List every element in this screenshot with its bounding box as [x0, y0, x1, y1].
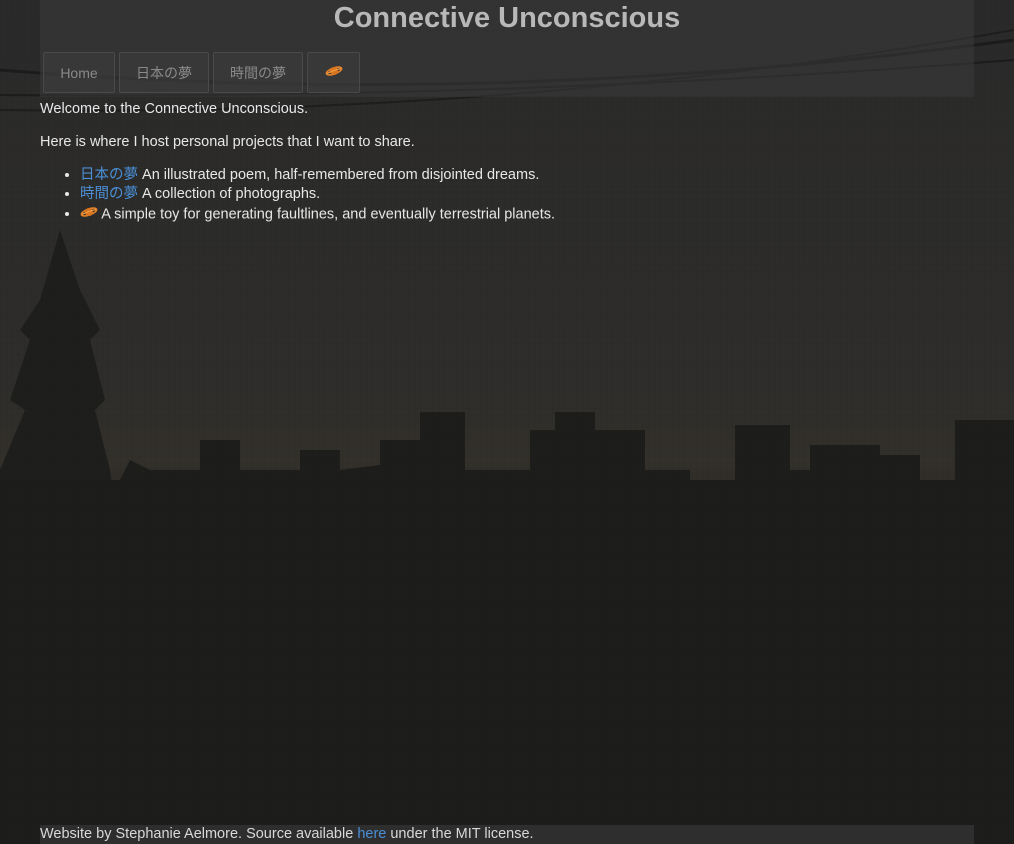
- intro-text: Here is where I host personal projects t…: [40, 134, 415, 150]
- site-title: Connective Unconscious: [333, 2, 681, 34]
- nav-time-dream-button[interactable]: 時間の夢: [213, 52, 303, 93]
- nav-planet-button[interactable]: [307, 52, 360, 93]
- footer-suffix: under the MIT license.: [386, 826, 534, 842]
- welcome-text: Welcome to the Connective Unconscious.: [40, 101, 309, 117]
- time-dream-link[interactable]: 時間の夢: [80, 186, 138, 202]
- page-container: Connective Unconscious Home 日本の夢 時間の夢 We…: [40, 0, 974, 222]
- nav-home-button[interactable]: Home: [43, 52, 115, 93]
- ringed-planet-icon: [80, 205, 98, 224]
- planet-link[interactable]: [80, 206, 101, 222]
- site-header: Connective Unconscious Home 日本の夢 時間の夢: [40, 0, 974, 97]
- source-link[interactable]: here: [357, 826, 386, 842]
- main-nav: Home 日本の夢 時間の夢: [43, 52, 360, 93]
- footer-prefix: Website by Stephanie Aelmore. Source ava…: [40, 826, 358, 842]
- list-item: 時間の夢 A collection of photographs.: [80, 186, 555, 203]
- background-photo: [0, 0, 1014, 844]
- ringed-planet-icon: [325, 64, 343, 81]
- list-item: A simple toy for generating faultlines, …: [80, 205, 555, 224]
- project-description: A collection of photographs.: [142, 186, 321, 202]
- project-list: 日本の夢 An illustrated poem, half-remembere…: [40, 167, 555, 226]
- project-description: An illustrated poem, half-remembered fro…: [142, 167, 540, 183]
- project-description: A simple toy for generating faultlines, …: [101, 206, 556, 223]
- nav-japan-dream-button[interactable]: 日本の夢: [119, 52, 209, 93]
- site-footer: Website by Stephanie Aelmore. Source ava…: [40, 825, 974, 844]
- list-item: 日本の夢 An illustrated poem, half-remembere…: [80, 167, 555, 184]
- japan-dream-link[interactable]: 日本の夢: [80, 167, 138, 183]
